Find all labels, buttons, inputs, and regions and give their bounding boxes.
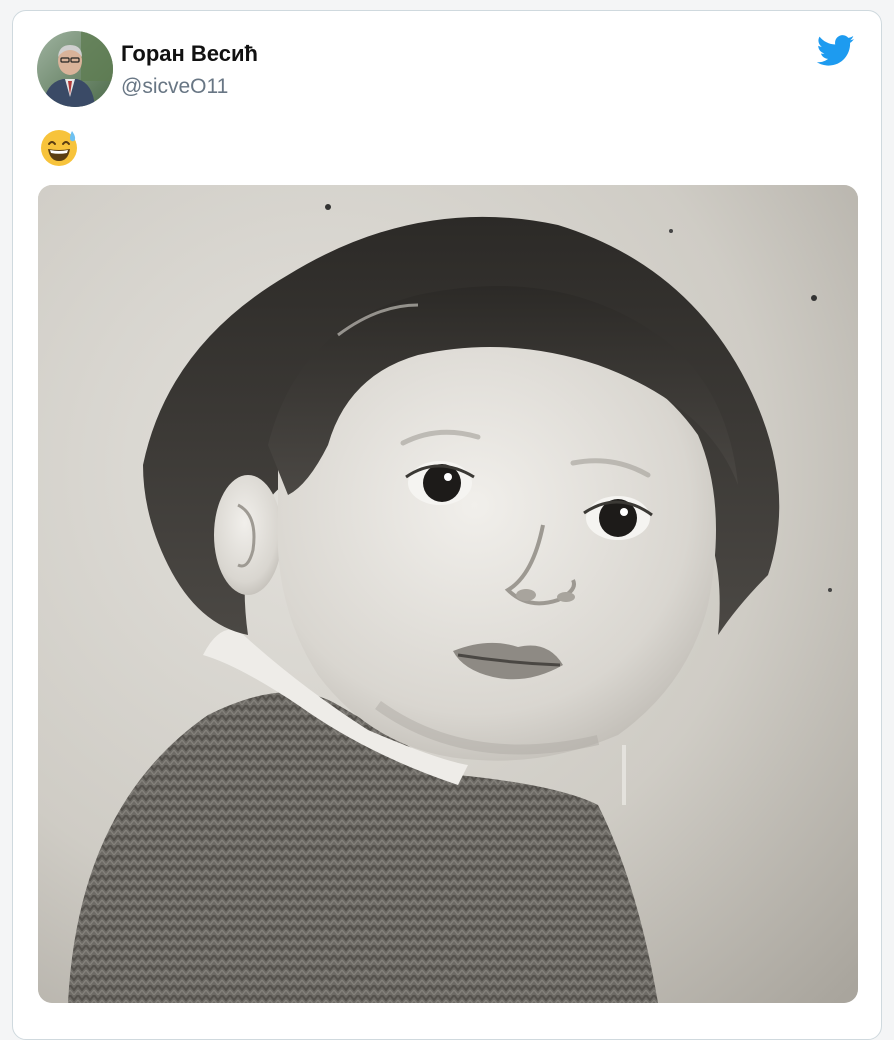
tweet-card[interactable]: Горан Весић @sicveO11 [12,10,882,1040]
tweet-photo[interactable] [38,185,858,1003]
author-display-name[interactable]: Горан Весић [121,41,258,67]
author-avatar[interactable] [37,31,113,107]
twitter-bird-icon[interactable] [816,35,855,67]
grinning-face-with-sweat-icon [39,127,79,167]
author-handle[interactable]: @sicveO11 [121,75,228,99]
